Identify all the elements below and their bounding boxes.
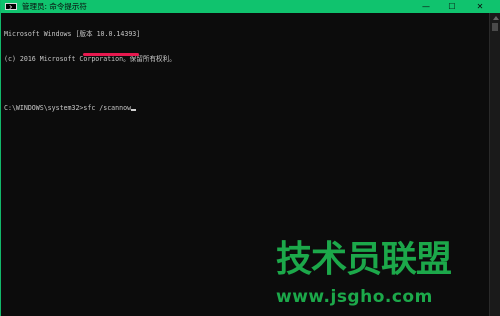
watermark-url: www.jsgho.com [276, 287, 433, 307]
scroll-thumb[interactable] [492, 23, 498, 31]
vertical-scrollbar[interactable] [489, 13, 500, 316]
console-line: Microsoft Windows [版本 10.0.14393] [4, 30, 141, 39]
scroll-up-icon[interactable] [493, 16, 499, 20]
command-line: C:\WINDOWS\system32>sfc /scannow [4, 104, 486, 112]
window-title: 管理员: 命令提示符 [22, 2, 87, 11]
annotation-underline [83, 53, 139, 56]
console-line: (c) 2016 Microsoft Corporation。保留所有权利。 [4, 55, 176, 63]
close-button[interactable]: ✕ [469, 0, 491, 13]
title-bar[interactable]: 管理员: 命令提示符 — ☐ ✕ [1, 0, 500, 13]
cmd-window: 管理员: 命令提示符 — ☐ ✕ Microsoft Windows [版本 1… [0, 0, 500, 316]
minimize-button[interactable]: — [415, 0, 437, 13]
maximize-button[interactable]: ☐ [441, 0, 463, 13]
text-cursor [131, 109, 137, 112]
watermark-title: 技术员联盟 [276, 239, 452, 280]
cmd-icon [5, 3, 17, 10]
site-watermark: 技术员联盟 www.jsgho.com [276, 240, 490, 316]
prompt-command: C:\WINDOWS\system32>sfc /scannow [4, 104, 132, 113]
